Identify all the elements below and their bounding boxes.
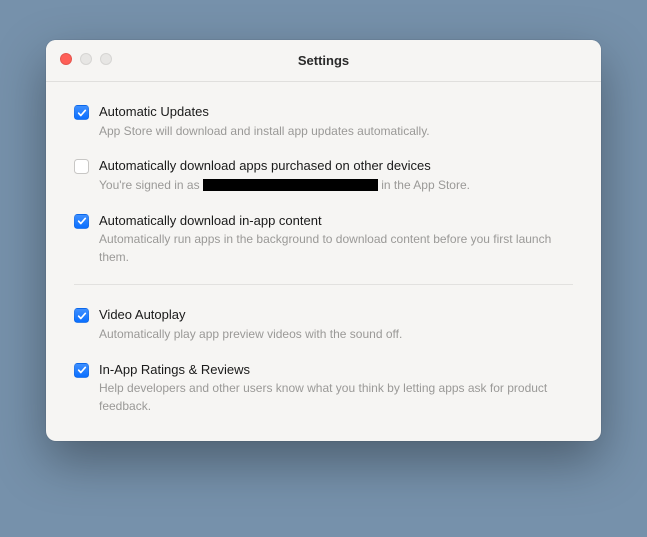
close-button[interactable]	[60, 53, 72, 65]
setting-label: Automatic Updates	[99, 104, 573, 121]
setting-row: Automatically download apps purchased on…	[74, 158, 573, 194]
video-autoplay-checkbox[interactable]	[74, 308, 89, 323]
automatic-updates-checkbox[interactable]	[74, 105, 89, 120]
setting-row: Automatic Updates App Store will downloa…	[74, 104, 573, 140]
window-title: Settings	[298, 53, 349, 68]
setting-text: Automatically download apps purchased on…	[99, 158, 573, 194]
setting-label: In-App Ratings & Reviews	[99, 362, 573, 379]
check-icon	[77, 311, 87, 321]
inapp-ratings-reviews-checkbox[interactable]	[74, 363, 89, 378]
setting-label: Automatically download apps purchased on…	[99, 158, 573, 175]
auto-download-purchased-checkbox[interactable]	[74, 159, 89, 174]
check-icon	[77, 108, 87, 118]
setting-desc: Automatically play app preview videos wi…	[99, 326, 573, 343]
settings-content: Automatic Updates App Store will downloa…	[46, 82, 601, 441]
check-icon	[77, 216, 87, 226]
setting-text: Automatic Updates App Store will downloa…	[99, 104, 573, 140]
desc-suffix: in the App Store.	[378, 178, 470, 192]
redacted-account	[203, 179, 378, 191]
setting-text: Automatically download in-app content Au…	[99, 213, 573, 267]
traffic-lights	[60, 53, 112, 65]
setting-desc: Help developers and other users know wha…	[99, 380, 573, 415]
setting-label: Video Autoplay	[99, 307, 573, 324]
divider	[74, 284, 573, 285]
maximize-button[interactable]	[100, 53, 112, 65]
setting-text: Video Autoplay Automatically play app pr…	[99, 307, 573, 343]
setting-row: In-App Ratings & Reviews Help developers…	[74, 362, 573, 416]
setting-desc: You're signed in as in the App Store.	[99, 177, 573, 194]
setting-text: In-App Ratings & Reviews Help developers…	[99, 362, 573, 416]
setting-desc: Automatically run apps in the background…	[99, 231, 573, 266]
titlebar: Settings	[46, 40, 601, 82]
settings-window: Settings Automatic Updates App Store wil…	[46, 40, 601, 441]
setting-row: Automatically download in-app content Au…	[74, 213, 573, 267]
check-icon	[77, 365, 87, 375]
desc-prefix: You're signed in as	[99, 178, 203, 192]
setting-desc: App Store will download and install app …	[99, 123, 573, 140]
auto-download-inapp-content-checkbox[interactable]	[74, 214, 89, 229]
setting-row: Video Autoplay Automatically play app pr…	[74, 307, 573, 343]
setting-label: Automatically download in-app content	[99, 213, 573, 230]
minimize-button[interactable]	[80, 53, 92, 65]
